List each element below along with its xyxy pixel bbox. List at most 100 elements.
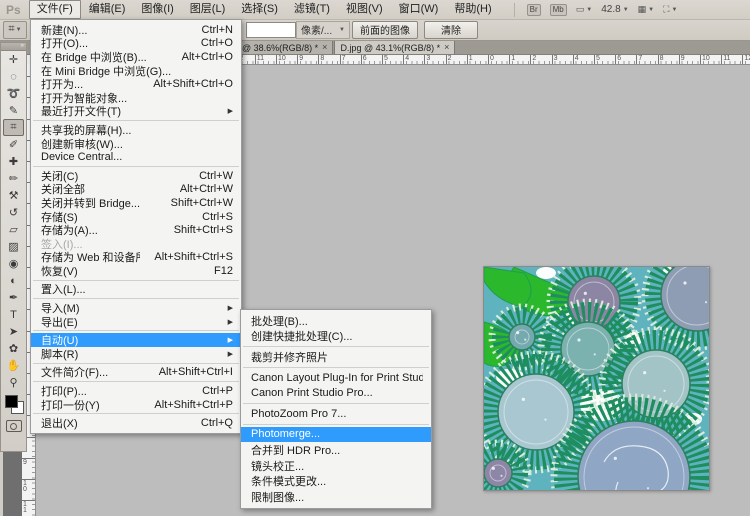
type-tool[interactable]: T	[3, 306, 24, 323]
document-tab-1[interactable]: @ 38.6%(RGB/8) *×	[236, 40, 333, 54]
automate-submenu-item-13[interactable]: 镜头校正...	[241, 458, 431, 474]
ruler-number: 5	[384, 54, 388, 63]
menubar-item-6[interactable]: 滤镜(T)	[286, 0, 338, 19]
flower-center	[484, 459, 512, 487]
automate-submenu-item-7[interactable]: Canon Print Studio Pro...	[241, 385, 431, 401]
menu-shortcut: Ctrl+N	[202, 24, 233, 36]
file-menu-item-33[interactable]: 打印一份(Y)Alt+Shift+Ctrl+P	[31, 398, 241, 412]
brush-tool[interactable]: ✏	[3, 170, 24, 187]
ruler-number: 9	[681, 54, 685, 63]
move-tool[interactable]: ✛	[3, 51, 24, 68]
chevron-down-icon: ▼	[671, 7, 677, 13]
mini-bridge-button[interactable]: Mb	[550, 4, 567, 16]
automate-submenu-item-1[interactable]: 批处理(B)...	[241, 313, 431, 329]
file-menu-item-30[interactable]: 文件简介(F)...Alt+Shift+Ctrl+I	[31, 366, 241, 380]
path-selection-tool[interactable]: ➤	[3, 323, 24, 340]
automate-submenu-item-15[interactable]: 限制图像...	[241, 489, 431, 505]
menubar-item-7[interactable]: 视图(V)	[338, 0, 391, 19]
document-tab-2[interactable]: D.jpg @ 43.1%(RGB/8) *×	[334, 40, 455, 54]
crop-tool-preset-button[interactable]: ⌗▼	[3, 21, 27, 39]
ruler-number: 11	[257, 54, 264, 63]
menubar-item-8[interactable]: 窗口(W)	[391, 0, 447, 19]
view-extras-button[interactable]: ▭▼	[576, 4, 592, 15]
submenu-arrow-icon: ▶	[228, 350, 233, 358]
dodge-tool[interactable]: ◐	[3, 272, 24, 289]
photoshop-logo: Ps	[0, 3, 29, 17]
file-menu-item-28[interactable]: 脚本(R)▶	[31, 347, 241, 361]
ruler-tick	[636, 54, 637, 64]
menubar-item-5[interactable]: 选择(S)	[233, 0, 286, 19]
healing-brush-tool[interactable]: ✚	[3, 153, 24, 170]
menu-separator	[243, 403, 429, 404]
pen-tool-icon: ✒	[9, 291, 18, 304]
tools-list: ✛◌➰✎⌗✐✚✏⚒↺▱ ▨ ◉◐ ✒ T➤✿✋⚲	[1, 51, 26, 391]
zoom-level-dropdown[interactable]: 42.8▼	[601, 4, 628, 15]
file-menu-item-22[interactable]: 置入(L)...	[31, 283, 241, 297]
flower-speckle	[705, 301, 707, 303]
chevron-down-icon: ▼	[586, 7, 592, 13]
launch-bridge-button[interactable]: Br	[527, 4, 541, 16]
flower-speckle	[522, 398, 525, 401]
menubar-item-4[interactable]: 图层(L)	[182, 0, 233, 19]
menubar-item-2[interactable]: 编辑(E)	[81, 0, 134, 19]
hand-tool[interactable]: ✋	[3, 357, 24, 374]
ruler-tick	[446, 54, 447, 64]
automate-submenu-item-9[interactable]: PhotoZoom Pro 7...	[241, 406, 431, 422]
foreground-color-swatch[interactable]	[5, 395, 18, 408]
screen-mode-button[interactable]: ⛶▼	[663, 4, 677, 15]
automate-submenu-item-11[interactable]: Photomerge...	[241, 427, 431, 443]
tools-panel-header[interactable]: »	[1, 43, 26, 51]
ruler-number: 5	[596, 54, 600, 63]
menubar-item-9[interactable]: 帮助(H)	[446, 0, 499, 19]
menu-shortcut: Alt+Ctrl+W	[180, 183, 233, 195]
flower-speckle	[524, 339, 526, 341]
arrange-documents-button[interactable]: ▦▼	[638, 4, 654, 15]
automate-submenu-item-4[interactable]: 裁剪并修齐照片	[241, 349, 431, 365]
ruler-tick	[509, 54, 510, 64]
marquee-tool[interactable]: ◌	[3, 68, 24, 85]
clear-button[interactable]: 清除	[424, 21, 478, 39]
ruler-tick	[552, 54, 553, 64]
file-menu-item-7[interactable]: 最近打开文件(T)▶	[31, 105, 241, 119]
document-image[interactable]	[483, 266, 710, 491]
front-image-button[interactable]: 前面的图像	[352, 21, 418, 39]
quick-selection-tool[interactable]: ✎	[3, 102, 24, 119]
ruler-tick	[467, 54, 468, 64]
automate-submenu-item-12[interactable]: 合并到 HDR Pro...	[241, 442, 431, 458]
file-menu-item-20[interactable]: 恢复(V)F12	[31, 264, 241, 278]
chevron-down-icon: ▼	[339, 27, 345, 33]
ruler-number: 10	[702, 54, 710, 63]
file-menu-item-25[interactable]: 导出(E)▶	[31, 315, 241, 329]
lasso-tool[interactable]: ➰	[3, 85, 24, 102]
flower-speckle	[544, 419, 546, 421]
eyedropper-tool[interactable]: ✐	[3, 136, 24, 153]
tab-close-icon[interactable]: ×	[322, 43, 327, 52]
history-brush-tool[interactable]: ↺	[3, 204, 24, 221]
file-menu-item-35[interactable]: 退出(X)Ctrl+Q	[31, 416, 241, 430]
zoom-tool[interactable]: ⚲	[3, 374, 24, 391]
ruler-tick	[721, 54, 722, 64]
custom-shape-tool[interactable]: ✿	[3, 340, 24, 357]
menubar-item-1[interactable]: 文件(F)	[29, 0, 81, 19]
file-menu-item-11[interactable]: Device Central...	[31, 150, 241, 164]
eraser-tool[interactable]: ▱	[3, 221, 24, 238]
automate-submenu-item-14[interactable]: 条件模式更改...	[241, 473, 431, 489]
gradient-tool[interactable]: ▨	[3, 238, 24, 255]
crop-tool[interactable]: ⌗	[3, 119, 24, 136]
color-swatches[interactable]	[4, 394, 24, 414]
file-menu-item-10[interactable]: 创建新审核(W)...	[31, 137, 241, 151]
automate-submenu-item-6[interactable]: Canon Layout Plug-In for Print Studio Pr…	[241, 370, 431, 386]
menubar-item-3[interactable]: 图像(I)	[133, 0, 181, 19]
crop-resolution-input[interactable]	[246, 22, 296, 38]
automate-submenu-item-2[interactable]: 创建快捷批处理(C)...	[241, 329, 431, 345]
tab-close-icon[interactable]: ×	[444, 43, 449, 52]
document-tabs: @ 38.6%(RGB/8) *×D.jpg @ 43.1%(RGB/8) *×	[236, 40, 456, 54]
resolution-unit-dropdown[interactable]: 像素/...▼	[296, 21, 350, 39]
blur-tool[interactable]: ◉	[3, 255, 24, 272]
pen-tool[interactable]: ✒	[3, 289, 24, 306]
quick-mask-icon[interactable]	[6, 420, 22, 432]
ruler-tick	[658, 54, 659, 64]
gradient-tool-icon: ▨	[8, 240, 18, 253]
flower-speckle	[647, 487, 649, 489]
clone-stamp-tool[interactable]: ⚒	[3, 187, 24, 204]
